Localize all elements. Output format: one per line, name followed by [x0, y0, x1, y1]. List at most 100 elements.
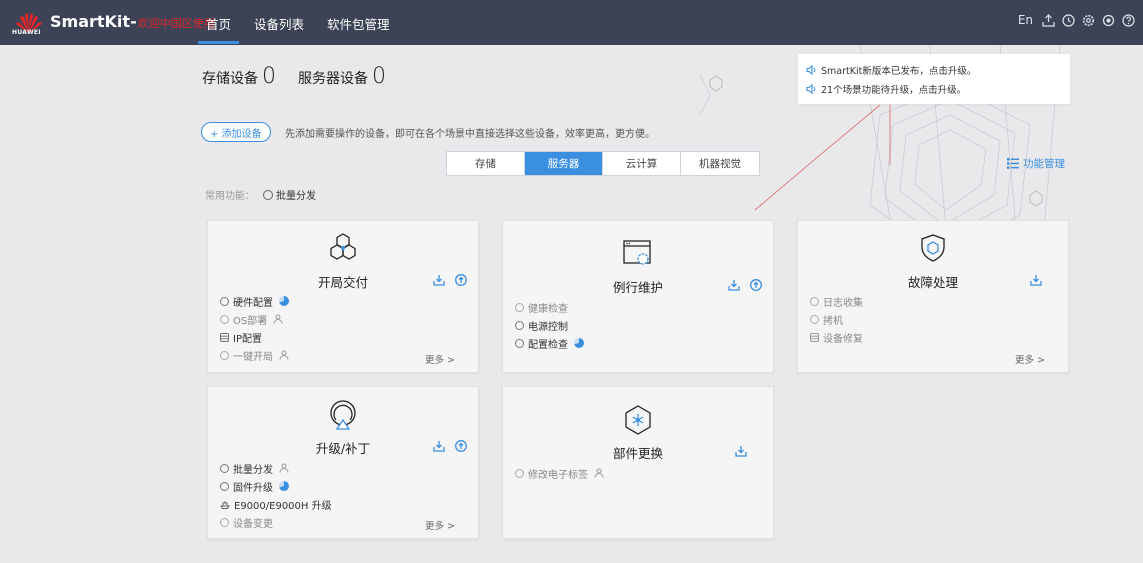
- item-label[interactable]: 拷机: [823, 312, 843, 327]
- card-actions: [735, 445, 747, 457]
- circle-icon: [515, 302, 524, 312]
- card-routine-maintenance[interactable]: 例行维护 健康检查 电源控制 配置检查: [502, 220, 774, 373]
- circle-icon: [220, 350, 229, 360]
- card-items: 健康检查 电源控制 配置检查: [515, 298, 584, 352]
- card-part-replace[interactable]: 部件更换 修改电子标签: [502, 386, 774, 539]
- item-e9000-upgrade[interactable]: E9000/E9000H 升级: [220, 495, 332, 513]
- item-health-check[interactable]: 健康检查: [515, 298, 584, 316]
- item-device-change[interactable]: 设备变更: [220, 513, 332, 531]
- card-items: 硬件配置 OS部署 IP配置 一键开局: [220, 292, 289, 364]
- gear-icon[interactable]: [1101, 13, 1115, 27]
- item-label[interactable]: 修改电子标签: [528, 466, 588, 481]
- download-icon[interactable]: [433, 274, 445, 286]
- item-os-deploy[interactable]: OS部署: [220, 310, 289, 328]
- pie-icon: [574, 338, 584, 348]
- card-items: 修改电子标签: [515, 464, 604, 482]
- item-config-check[interactable]: 配置检查: [515, 334, 584, 352]
- card-items: 日志收集 拷机 设备修复: [810, 292, 863, 346]
- card-title: 部件更换: [612, 446, 663, 461]
- person-icon: [594, 468, 604, 478]
- person-icon: [279, 350, 289, 360]
- notice-version[interactable]: SmartKit新版本已发布，点击升级。: [806, 60, 1062, 79]
- upload-icon[interactable]: [1041, 13, 1055, 27]
- nav-home[interactable]: 首页: [197, 14, 240, 44]
- add-device-button[interactable]: + 添加设备: [201, 122, 271, 142]
- item-label[interactable]: 配置检查: [528, 336, 568, 351]
- nav-package-mgmt[interactable]: 软件包管理: [327, 14, 390, 33]
- brand-text: SmartKit-: [50, 12, 137, 31]
- circle-icon: [220, 463, 229, 473]
- top-bar: HUAWEI SmartKit-欢迎中国区使用 首页 设备列表 软件包管理 En: [0, 0, 1143, 45]
- maintenance-window-icon: [623, 240, 651, 265]
- history-icon[interactable]: [1061, 13, 1075, 27]
- common-function-item[interactable]: 批量分发: [276, 187, 316, 202]
- pie-icon: [279, 481, 289, 491]
- circle-icon: [810, 296, 819, 306]
- download-icon[interactable]: [728, 279, 740, 291]
- item-power-control[interactable]: 电源控制: [515, 316, 584, 334]
- function-management-label[interactable]: 功能管理: [1023, 156, 1065, 171]
- language-switch[interactable]: En: [1018, 13, 1033, 27]
- card-title: 故障处理: [907, 275, 958, 290]
- card-upgrade-patch[interactable]: 升级/补丁 批量分发 固件升级 E9000/E9000H 升级 设备变更 更多 …: [207, 386, 479, 539]
- tab-server[interactable]: 服务器: [525, 152, 603, 175]
- notice-text[interactable]: 21个场景功能待升级，点击升级。: [821, 82, 966, 96]
- boat-icon: [220, 500, 230, 509]
- database-icon: [220, 332, 229, 342]
- common-functions-label: 常用功能：: [205, 191, 255, 202]
- item-modify-e-label[interactable]: 修改电子标签: [515, 464, 604, 482]
- item-ip-config[interactable]: IP配置: [220, 328, 289, 346]
- download-icon[interactable]: [1030, 274, 1042, 286]
- more-link[interactable]: 更多 >: [1015, 352, 1045, 366]
- tab-cloud[interactable]: 云计算: [603, 152, 681, 175]
- item-label[interactable]: 日志收集: [823, 294, 863, 309]
- more-link[interactable]: 更多 >: [425, 352, 455, 366]
- upgrade-icon[interactable]: [455, 274, 467, 286]
- item-label[interactable]: 硬件配置: [233, 294, 273, 309]
- notice-scenarios[interactable]: 21个场景功能待升级，点击升级。: [806, 79, 1062, 98]
- item-label[interactable]: 设备修复: [823, 330, 863, 345]
- item-label[interactable]: 固件升级: [233, 479, 273, 494]
- item-label[interactable]: OS部署: [233, 312, 267, 327]
- item-batch-distribute[interactable]: 批量分发: [220, 459, 332, 477]
- item-one-click-start[interactable]: 一键开局: [220, 346, 289, 364]
- card-actions: [728, 279, 762, 291]
- item-label[interactable]: 设备变更: [233, 515, 273, 530]
- nav-device-list[interactable]: 设备列表: [254, 14, 304, 33]
- tab-machine-vision[interactable]: 机器视觉: [681, 152, 759, 175]
- upgrade-icon[interactable]: [750, 279, 762, 291]
- circle-icon: [220, 481, 229, 491]
- server-count-label: 服务器设备: [298, 71, 368, 87]
- help-icon[interactable]: [1121, 13, 1135, 27]
- common-functions: 常用功能： 批量分发: [205, 187, 316, 202]
- item-label[interactable]: 电源控制: [528, 318, 568, 333]
- card-items: 批量分发 固件升级 E9000/E9000H 升级 设备变更: [220, 459, 332, 531]
- tab-storage[interactable]: 存储: [447, 152, 525, 175]
- card-fault-handling[interactable]: 故障处理 日志收集 拷机 设备修复 更多 >: [797, 220, 1069, 373]
- download-icon[interactable]: [433, 440, 445, 452]
- item-label[interactable]: 健康检查: [528, 300, 568, 315]
- item-label[interactable]: 批量分发: [233, 461, 273, 476]
- more-link[interactable]: 更多 >: [425, 518, 455, 532]
- function-management-link[interactable]: 功能管理: [1007, 156, 1065, 171]
- app-title: SmartKit-欢迎中国区使用: [50, 12, 215, 31]
- circle-icon: [263, 189, 273, 200]
- circle-icon: [220, 296, 229, 306]
- item-hardware-config[interactable]: 硬件配置: [220, 292, 289, 310]
- person-icon: [273, 314, 283, 324]
- item-log-collect[interactable]: 日志收集: [810, 292, 863, 310]
- settings-icon[interactable]: [1081, 13, 1095, 27]
- item-firmware-upgrade[interactable]: 固件升级: [220, 477, 332, 495]
- item-label[interactable]: 一键开局: [233, 348, 273, 363]
- download-icon[interactable]: [735, 445, 747, 457]
- item-device-repair[interactable]: 设备修复: [810, 328, 863, 346]
- item-burn-in[interactable]: 拷机: [810, 310, 863, 328]
- card-actions: [433, 274, 467, 286]
- item-label[interactable]: E9000/E9000H 升级: [234, 497, 332, 512]
- device-counts: 存储设备 0 服务器设备 0: [202, 64, 408, 89]
- item-label[interactable]: IP配置: [233, 330, 262, 345]
- notice-text[interactable]: SmartKit新版本已发布，点击升级。: [821, 63, 976, 77]
- card-initial-delivery[interactable]: 开局交付 硬件配置 OS部署 IP配置 一键开局 更多 >: [207, 220, 479, 373]
- upgrade-ring-icon: [330, 400, 356, 430]
- upgrade-icon[interactable]: [455, 440, 467, 452]
